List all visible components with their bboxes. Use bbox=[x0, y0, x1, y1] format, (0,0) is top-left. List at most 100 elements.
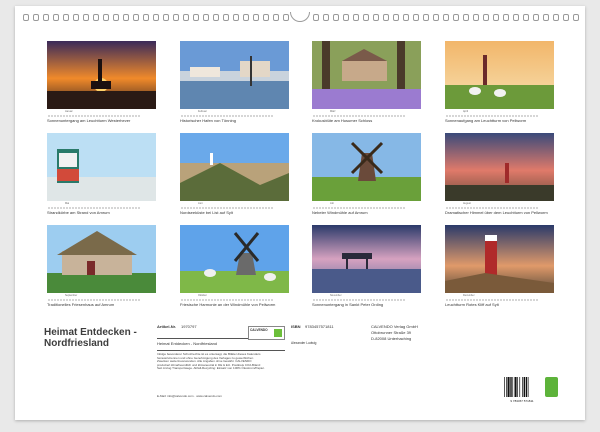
day-cell bbox=[319, 207, 321, 209]
day-cell bbox=[497, 115, 499, 117]
day-cell bbox=[391, 115, 393, 117]
day-cell bbox=[196, 299, 198, 301]
day-cell bbox=[238, 299, 240, 301]
photo-july[interactable] bbox=[312, 133, 421, 201]
photo-march[interactable] bbox=[312, 41, 421, 109]
day-cell bbox=[449, 207, 451, 209]
day-cell bbox=[376, 115, 378, 117]
day-cell bbox=[527, 207, 529, 209]
day-cell bbox=[114, 115, 116, 117]
day-cell bbox=[220, 207, 222, 209]
day-cell bbox=[114, 299, 116, 301]
day-cell bbox=[78, 115, 80, 117]
day-cell bbox=[403, 299, 405, 301]
day-grid bbox=[313, 207, 405, 209]
day-cell bbox=[521, 299, 523, 301]
day-cell bbox=[349, 299, 351, 301]
day-cell bbox=[265, 207, 267, 209]
photo-june[interactable] bbox=[180, 133, 289, 201]
day-cell bbox=[205, 299, 207, 301]
binding-ring bbox=[103, 14, 109, 21]
day-cell bbox=[524, 299, 526, 301]
article-number: 1970797 bbox=[181, 324, 197, 329]
day-cell bbox=[373, 299, 375, 301]
day-cell bbox=[449, 115, 451, 117]
photo-january[interactable] bbox=[47, 41, 156, 109]
binding-ring bbox=[543, 14, 549, 21]
day-cell bbox=[217, 207, 219, 209]
day-cell bbox=[63, 299, 65, 301]
barcode-icon bbox=[502, 376, 542, 400]
day-cell bbox=[373, 115, 375, 117]
day-cell bbox=[196, 115, 198, 117]
day-cell bbox=[530, 115, 532, 117]
month-label: August bbox=[463, 202, 471, 205]
product-subtitle: Heimat Entdecken - Nordfriesland bbox=[157, 341, 218, 346]
binding-ring bbox=[393, 14, 399, 21]
day-cell bbox=[271, 299, 273, 301]
day-cell bbox=[105, 299, 107, 301]
photo-caption: Krokusblüte am Husumer Schloss bbox=[312, 118, 373, 123]
day-cell bbox=[316, 299, 318, 301]
day-cell bbox=[135, 207, 137, 209]
day-cell bbox=[75, 115, 77, 117]
barcode-number: 9 783457 571811 bbox=[510, 399, 534, 403]
day-cell bbox=[328, 207, 330, 209]
day-cell bbox=[331, 115, 333, 117]
day-cell bbox=[316, 207, 318, 209]
day-cell bbox=[75, 207, 77, 209]
day-cell bbox=[476, 115, 478, 117]
day-cell bbox=[488, 299, 490, 301]
day-cell bbox=[93, 207, 95, 209]
day-cell bbox=[524, 207, 526, 209]
photo-may[interactable] bbox=[47, 133, 156, 201]
day-cell bbox=[87, 115, 89, 117]
day-cell bbox=[400, 115, 402, 117]
day-cell bbox=[370, 299, 372, 301]
day-cell bbox=[367, 115, 369, 117]
binding-ring bbox=[503, 14, 509, 21]
binding-ring bbox=[353, 14, 359, 21]
day-cell bbox=[87, 299, 89, 301]
day-cell bbox=[349, 207, 351, 209]
photo-october[interactable] bbox=[180, 225, 289, 293]
binding-ring bbox=[333, 14, 339, 21]
day-cell bbox=[449, 299, 451, 301]
day-cell bbox=[509, 115, 511, 117]
day-cell bbox=[208, 115, 210, 117]
day-cell bbox=[479, 115, 481, 117]
day-cell bbox=[485, 299, 487, 301]
binding-ring bbox=[213, 14, 219, 21]
day-cell bbox=[211, 207, 213, 209]
day-cell bbox=[518, 115, 520, 117]
day-cell bbox=[96, 115, 98, 117]
photo-caption: Dramatischer Himmel über dem Leuchtturm … bbox=[445, 210, 548, 215]
day-cell bbox=[66, 299, 68, 301]
day-cell bbox=[81, 115, 83, 117]
day-cell bbox=[105, 115, 107, 117]
day-cell bbox=[268, 207, 270, 209]
photo-september[interactable] bbox=[47, 225, 156, 293]
day-cell bbox=[461, 299, 463, 301]
day-cell bbox=[388, 299, 390, 301]
day-cell bbox=[244, 299, 246, 301]
day-cell bbox=[322, 115, 324, 117]
binding-ring bbox=[383, 14, 389, 21]
day-cell bbox=[506, 207, 508, 209]
photo-august[interactable] bbox=[445, 133, 554, 201]
month-label: November bbox=[330, 294, 342, 297]
binding-ring bbox=[483, 14, 489, 21]
day-cell bbox=[247, 299, 249, 301]
day-cell bbox=[256, 115, 258, 117]
day-cell bbox=[51, 207, 53, 209]
day-cell bbox=[467, 115, 469, 117]
day-cell bbox=[346, 299, 348, 301]
day-cell bbox=[331, 299, 333, 301]
binding-ring bbox=[443, 14, 449, 21]
photo-december[interactable] bbox=[445, 225, 554, 293]
photo-april[interactable] bbox=[445, 41, 554, 109]
day-grid bbox=[48, 207, 140, 209]
day-cell bbox=[196, 207, 198, 209]
photo-november[interactable] bbox=[312, 225, 421, 293]
photo-february[interactable] bbox=[180, 41, 289, 109]
